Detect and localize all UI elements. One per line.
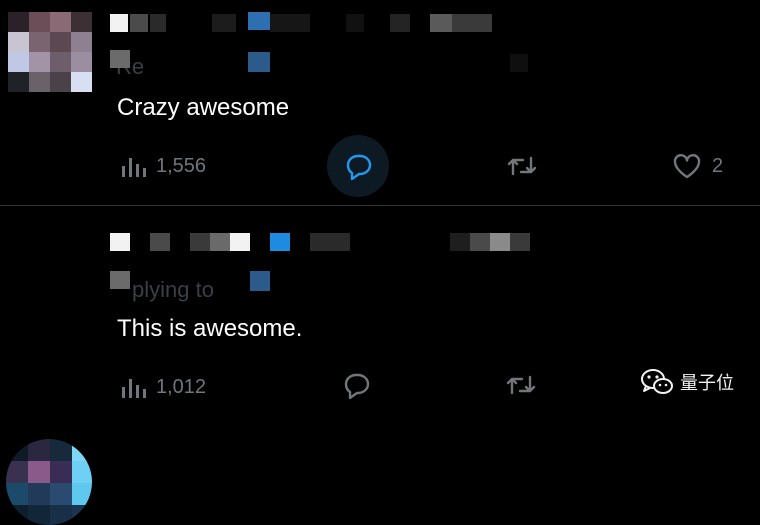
heart-icon bbox=[673, 154, 701, 179]
watermark: 量子位 bbox=[640, 368, 734, 396]
retweet-button[interactable] bbox=[506, 152, 538, 180]
retweet-button[interactable] bbox=[505, 371, 537, 399]
reply-bubble-icon bbox=[344, 373, 370, 399]
watermark-text: 量子位 bbox=[680, 373, 734, 393]
avatar[interactable] bbox=[6, 439, 92, 525]
views-chart-icon bbox=[122, 379, 146, 398]
avatar[interactable] bbox=[8, 12, 92, 92]
replying-to-label: plying to bbox=[132, 277, 214, 302]
like-count: 2 bbox=[712, 154, 724, 177]
action-bar: 1,556 2 bbox=[0, 135, 760, 197]
reply-text: Crazy awesome bbox=[117, 94, 290, 121]
reply-bubble-icon bbox=[346, 154, 372, 180]
views-count: 1,012 bbox=[156, 375, 207, 398]
views-button[interactable]: 1,556 bbox=[120, 154, 206, 178]
reply-text: This is awesome. bbox=[117, 315, 303, 342]
views-count: 1,556 bbox=[156, 154, 207, 177]
reply-button[interactable] bbox=[343, 152, 373, 180]
views-chart-icon bbox=[122, 158, 146, 177]
wechat-icon bbox=[641, 369, 673, 394]
like-button[interactable]: 2 bbox=[672, 152, 723, 180]
reply-item[interactable]: Re Crazy awesome 1,556 2 bbox=[0, 0, 760, 205]
reply-divider bbox=[0, 205, 760, 206]
retweet-icon bbox=[507, 156, 537, 176]
retweet-icon bbox=[506, 375, 536, 395]
reply-button[interactable] bbox=[341, 371, 371, 399]
views-button[interactable]: 1,012 bbox=[120, 375, 206, 399]
